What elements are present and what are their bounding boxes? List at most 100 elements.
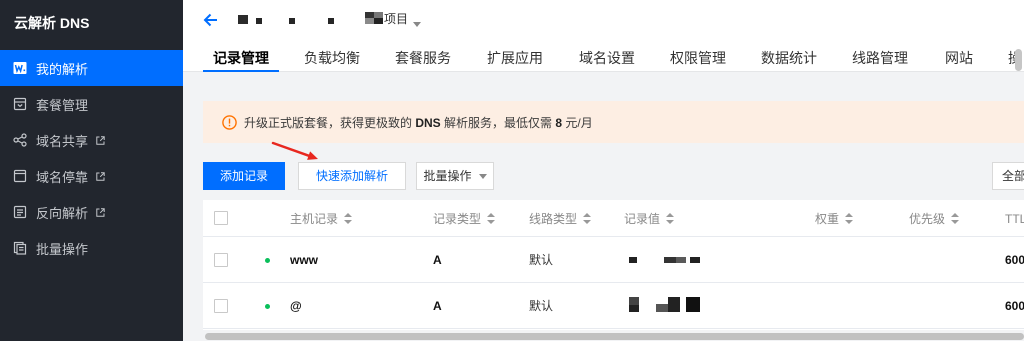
share-icon: [13, 133, 27, 147]
annotation-arrow: [271, 141, 318, 160]
table-header: 主机记录 记录类型 线路类型 记录值 权重 优先级 TTL: [203, 200, 1024, 237]
sidebar-item-label: 批量操作: [36, 241, 89, 257]
sort-icon[interactable]: [344, 213, 353, 224]
cell-host: www: [290, 253, 319, 267]
redacted-block: [629, 305, 639, 312]
sidebar-item-reverse-resolve[interactable]: 反向解析: [0, 194, 183, 230]
sidebar-item-domain-parking[interactable]: 域名停靠: [0, 158, 183, 194]
sidebar-nav: 我的解析 套餐管理 域名共享 域名停靠 反向解析 批量操作: [0, 50, 183, 266]
table-horizontal-scrollbar[interactable]: [205, 333, 1024, 340]
tab-extensions[interactable]: 扩展应用: [477, 45, 553, 72]
package-icon: [13, 97, 27, 111]
column-header-priority[interactable]: 优先级: [909, 200, 960, 237]
redacted-block: [629, 297, 639, 305]
sidebar-item-label: 域名共享: [36, 133, 89, 149]
tab-package-service[interactable]: 套餐服务: [385, 45, 461, 72]
table-row[interactable]: www A 默认 600: [203, 237, 1024, 283]
arrow-left-icon[interactable]: [203, 13, 218, 27]
app-title: 云解析 DNS: [14, 15, 90, 31]
sidebar-item-package[interactable]: 套餐管理: [0, 86, 183, 122]
tab-website[interactable]: 网站: [935, 45, 983, 72]
sort-icon[interactable]: [666, 213, 675, 224]
reverse-resolve-icon: [13, 205, 27, 219]
tabs-scrollbar[interactable]: [1015, 49, 1022, 71]
caret-down-icon[interactable]: [413, 16, 421, 27]
notice-text: 升级正式版套餐，获得更极致的 DNS 解析服务，最低仅需 8 元/月: [244, 114, 593, 131]
add-record-button[interactable]: 添加记录: [203, 162, 285, 190]
sidebar-item-my-records[interactable]: 我的解析: [0, 50, 183, 86]
redacted-block: [656, 304, 668, 312]
quick-add-button[interactable]: 快速添加解析: [298, 162, 406, 190]
tab-line-management[interactable]: 线路管理: [842, 45, 918, 72]
cell-line: 默认: [529, 299, 554, 313]
column-header-line[interactable]: 线路类型: [529, 200, 592, 237]
column-header-label: 线路类型: [529, 212, 578, 226]
sidebar: 云解析 DNS 我的解析 套餐管理 域名共享 域名停靠 反向解析 批量操作: [0, 0, 183, 341]
notice-text-after: 元/月: [562, 115, 593, 130]
tab-domain-settings[interactable]: 域名设置: [569, 45, 645, 72]
column-header-label: 记录类型: [433, 212, 482, 226]
column-header-value[interactable]: 记录值: [624, 200, 675, 237]
cell-line: 默认: [529, 253, 554, 267]
tab-record-management[interactable]: 记录管理: [203, 45, 279, 72]
redacted-block: [289, 18, 295, 24]
redacted-block: [238, 15, 248, 24]
record-list-icon: [13, 61, 27, 75]
parking-icon: [13, 169, 27, 183]
annotation-arrow-shaft: [271, 141, 311, 158]
table-row[interactable]: @ A 默认 600: [203, 283, 1024, 329]
redacted-block: [668, 297, 680, 312]
status-dot: [265, 258, 270, 263]
redacted-block: [690, 257, 700, 263]
select-all-checkbox[interactable]: [214, 211, 228, 225]
caret-down-icon: [478, 174, 487, 180]
cell-type: A: [433, 253, 442, 267]
redacted-block: [676, 257, 686, 263]
project-selector-label[interactable]: 项目: [384, 11, 408, 27]
external-link-icon: [96, 135, 105, 145]
sidebar-item-domain-share[interactable]: 域名共享: [0, 122, 183, 158]
redacted-block: [664, 257, 676, 263]
tab-permissions[interactable]: 权限管理: [660, 45, 736, 72]
column-header-ttl[interactable]: TTL: [1005, 200, 1024, 237]
column-header-label: TTL: [1005, 211, 1024, 226]
external-link-icon: [96, 171, 105, 181]
redacted-block: [365, 18, 374, 24]
column-header-label: 记录值: [624, 212, 661, 226]
row-checkbox[interactable]: [214, 299, 228, 313]
sort-icon[interactable]: [487, 213, 496, 224]
redacted-block: [686, 297, 700, 312]
sort-icon[interactable]: [951, 213, 960, 224]
sidebar-item-label: 套餐管理: [36, 97, 89, 113]
cell-host: @: [290, 299, 302, 313]
sort-icon[interactable]: [583, 213, 592, 224]
sidebar-item-batch[interactable]: 批量操作: [0, 230, 183, 266]
notice-text-middle: 解析服务，最低仅需: [440, 115, 556, 130]
filter-select[interactable]: 全部: [992, 162, 1024, 190]
redacted-block: [328, 18, 334, 24]
redacted-block: [629, 257, 637, 263]
redacted-block: [256, 18, 262, 24]
warning-circle-icon: [222, 114, 237, 130]
sort-icon[interactable]: [845, 213, 854, 224]
batch-icon: [13, 241, 27, 255]
sidebar-item-label: 反向解析: [36, 205, 89, 221]
filter-select-value: 全部: [1002, 169, 1024, 183]
upgrade-notice: 升级正式版套餐，获得更极致的 DNS 解析服务，最低仅需 8 元/月: [203, 101, 1024, 143]
sidebar-item-label: 我的解析: [36, 61, 89, 77]
column-header-weight[interactable]: 权重: [815, 200, 854, 237]
column-header-label: 主机记录: [290, 212, 339, 226]
cell-type: A: [433, 299, 442, 313]
redacted-block: [374, 18, 383, 24]
column-header-type[interactable]: 记录类型: [433, 200, 496, 237]
row-checkbox[interactable]: [214, 253, 228, 267]
notice-highlight-service: DNS: [415, 115, 441, 130]
column-header-host[interactable]: 主机记录: [290, 200, 353, 237]
batch-operation-button[interactable]: 批量操作: [416, 162, 494, 190]
cell-ttl: 600: [1005, 253, 1024, 267]
records-table: 主机记录 记录类型 线路类型 记录值 权重 优先级 TTL www A 默认 6…: [203, 200, 1024, 330]
tab-statistics[interactable]: 数据统计: [751, 45, 827, 72]
sidebar-item-label: 域名停靠: [36, 169, 89, 185]
cell-ttl: 600: [1005, 299, 1024, 313]
tab-load-balancing[interactable]: 负载均衡: [294, 45, 370, 72]
